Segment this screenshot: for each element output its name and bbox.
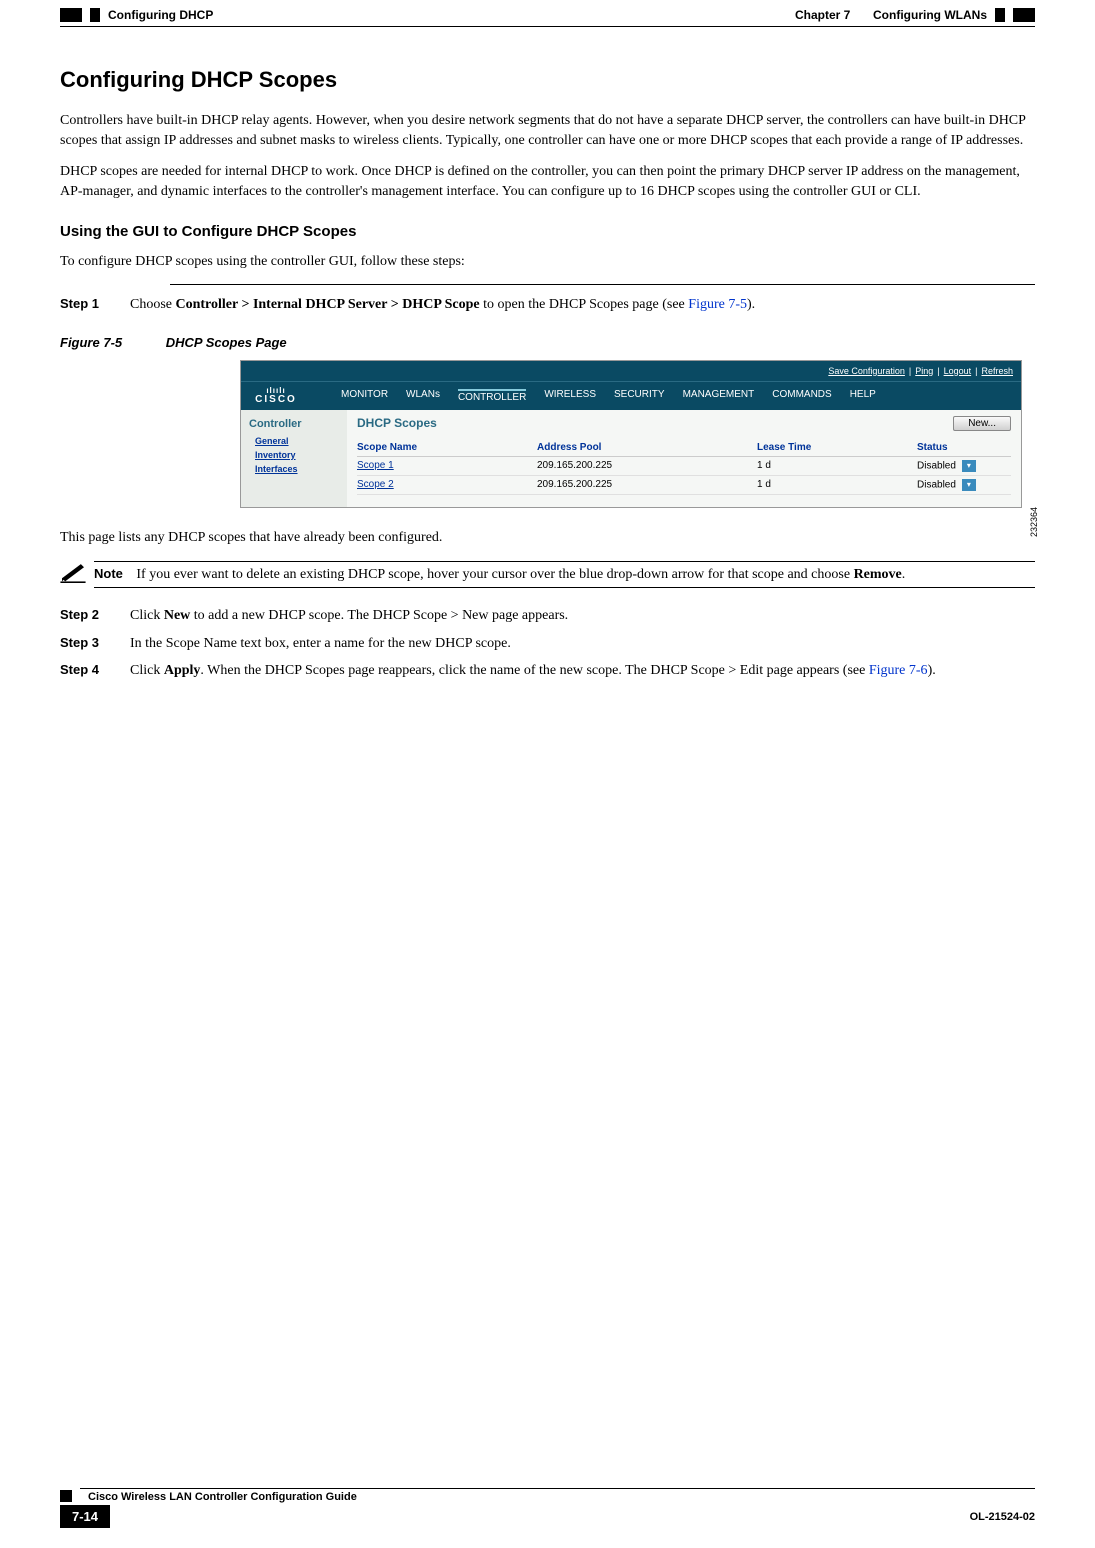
ss-scope-link[interactable]: Scope 2	[357, 479, 537, 490]
step-1-bold: Controller > Internal DHCP Server > DHCP…	[176, 297, 480, 312]
step-3-label: Step 3	[60, 634, 130, 654]
step-2-text-post: to add a new DHCP scope. The DHCP Scope …	[190, 608, 568, 623]
ss-address-pool: 209.165.200.225	[537, 479, 757, 490]
intro-paragraph-3: To configure DHCP scopes using the contr…	[60, 252, 1035, 272]
ss-sidebar-inventory[interactable]: Inventory	[255, 450, 339, 460]
figure-7-5-link[interactable]: Figure 7-5	[688, 297, 747, 312]
ss-status: Disabled	[917, 460, 956, 471]
header-decor-right	[1013, 8, 1035, 22]
after-figure-text: This page lists any DHCP scopes that hav…	[60, 528, 1035, 548]
ss-col-status: Status	[917, 442, 987, 453]
step-3-text: In the Scope Name text box, enter a name…	[130, 634, 1035, 654]
note-text-pre: If you ever want to delete an existing D…	[136, 567, 853, 582]
step-4-text-mid: . When the DHCP Scopes page reappears, c…	[200, 663, 868, 678]
intro-paragraph-1: Controllers have built-in DHCP relay age…	[60, 111, 1035, 150]
ss-col-scope-name: Scope Name	[357, 442, 537, 453]
step-1-label: Step 1	[60, 295, 130, 315]
note-text-end: .	[902, 567, 906, 582]
step-3: Step 3 In the Scope Name text box, enter…	[60, 634, 1035, 654]
ss-menu-management[interactable]: MANAGEMENT	[683, 389, 755, 403]
figure-number: Figure 7-5	[60, 335, 122, 350]
ss-menu-wireless[interactable]: WIRELESS	[544, 389, 596, 403]
step-1: Step 1 Choose Controller > Internal DHCP…	[60, 295, 1035, 315]
ss-sidebar-interfaces[interactable]: Interfaces	[255, 464, 339, 474]
note-bold: Remove	[854, 567, 902, 582]
ss-menu-security[interactable]: SECURITY	[614, 389, 665, 403]
ss-menu-commands[interactable]: COMMANDS	[772, 389, 831, 403]
ss-top-links: Save Configuration | Ping | Logout | Ref…	[241, 361, 1021, 381]
header-decor-right-sm	[995, 8, 1005, 22]
ss-col-lease-time: Lease Time	[757, 442, 917, 453]
ss-table-row: Scope 1 209.165.200.225 1 d Disabled ▾	[357, 457, 1011, 476]
ss-sidebar-title: Controller	[249, 418, 339, 430]
step-4-label: Step 4	[60, 661, 130, 681]
ss-address-pool: 209.165.200.225	[537, 460, 757, 471]
ss-menu-controller[interactable]: CONTROLLER	[458, 389, 526, 403]
ss-refresh-link[interactable]: Refresh	[981, 366, 1013, 376]
subsection-heading: Using the GUI to Configure DHCP Scopes	[60, 223, 1035, 240]
section-heading: Configuring DHCP Scopes	[60, 67, 1035, 93]
dropdown-arrow-icon[interactable]: ▾	[962, 460, 976, 472]
figure-title: DHCP Scopes Page	[166, 335, 287, 350]
ss-new-button[interactable]: New...	[953, 416, 1011, 431]
ss-col-address-pool: Address Pool	[537, 442, 757, 453]
ss-menu-wlans[interactable]: WLANs	[406, 389, 440, 403]
figure-image-id: 232364	[1029, 507, 1039, 537]
step-2-text-pre: Click	[130, 608, 164, 623]
ss-menu-monitor[interactable]: MONITOR	[341, 389, 388, 403]
step-4-text-pre: Click	[130, 663, 164, 678]
footer-guide-title: Cisco Wireless LAN Controller Configurat…	[88, 1491, 357, 1503]
step-1-text-pre: Choose	[130, 297, 176, 312]
ss-logout-link[interactable]: Logout	[944, 366, 972, 376]
note-icon	[60, 561, 94, 592]
chapter-number: Chapter 7	[795, 8, 850, 22]
ss-ping-link[interactable]: Ping	[915, 366, 933, 376]
footer-decor	[60, 1490, 72, 1502]
step-2-bold: New	[164, 608, 190, 623]
ss-scope-link[interactable]: Scope 1	[357, 460, 537, 471]
step-1-text-mid: to open the DHCP Scopes page (see	[480, 297, 689, 312]
ss-menu-help[interactable]: HELP	[850, 389, 876, 403]
cisco-logo: ılıılı CISCO	[241, 387, 311, 405]
ss-sidebar-general[interactable]: General	[255, 436, 339, 446]
step-4-bold: Apply	[164, 663, 201, 678]
step-1-text-end: ).	[747, 297, 755, 312]
breadcrumb-section: Configuring DHCP	[108, 8, 213, 22]
note-label: Note	[94, 566, 123, 581]
ss-save-config-link[interactable]: Save Configuration	[828, 366, 905, 376]
ss-table-row: Scope 2 209.165.200.225 1 d Disabled ▾	[357, 476, 1011, 495]
step-2-label: Step 2	[60, 606, 130, 626]
ss-lease-time: 1 d	[757, 479, 917, 490]
ss-lease-time: 1 d	[757, 460, 917, 471]
ss-table-header: Scope Name Address Pool Lease Time Statu…	[357, 439, 1011, 457]
chapter-title: Configuring WLANs	[873, 8, 987, 22]
step-4: Step 4 Click Apply. When the DHCP Scopes…	[60, 661, 1035, 681]
ss-page-title: DHCP Scopes	[357, 416, 437, 430]
dhcp-scopes-screenshot: Save Configuration | Ping | Logout | Ref…	[240, 360, 1022, 508]
figure-7-6-link[interactable]: Figure 7-6	[869, 663, 928, 678]
page-number: 7-14	[60, 1505, 110, 1528]
doc-number: OL-21524-02	[970, 1511, 1035, 1523]
intro-paragraph-2: DHCP scopes are needed for internal DHCP…	[60, 162, 1035, 201]
header-decor-left-sm	[90, 8, 100, 22]
ss-status: Disabled	[917, 479, 956, 490]
header-decor-left	[60, 8, 82, 22]
step-4-text-end: ).	[928, 663, 936, 678]
dropdown-arrow-icon[interactable]: ▾	[962, 479, 976, 491]
step-2: Step 2 Click New to add a new DHCP scope…	[60, 606, 1035, 626]
